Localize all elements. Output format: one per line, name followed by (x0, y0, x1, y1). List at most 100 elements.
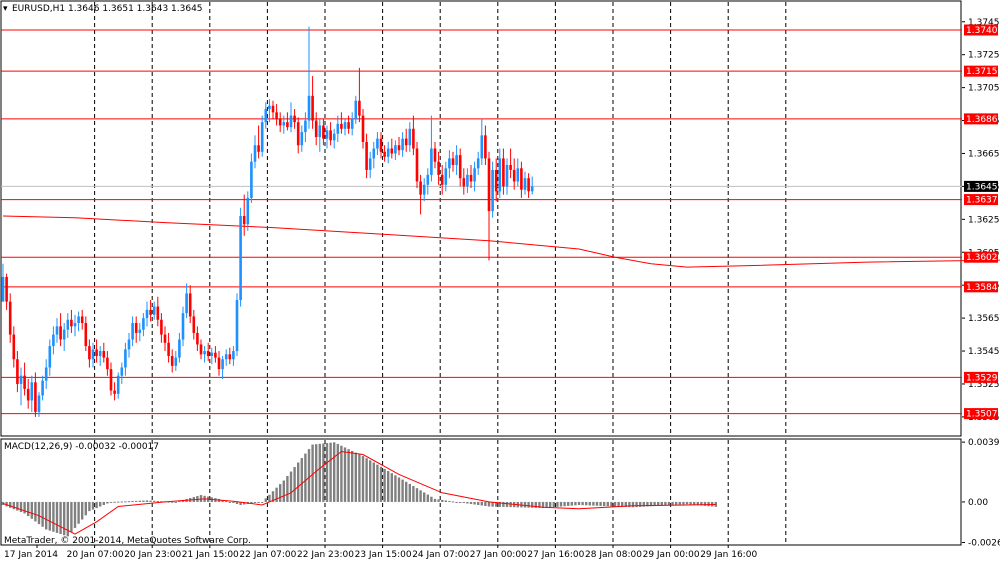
macd-bar (567, 501, 570, 506)
candle-body (383, 151, 386, 157)
macd-bar (228, 501, 231, 503)
macd-bar (361, 456, 365, 502)
macd-bar (473, 501, 476, 505)
candle-body (52, 334, 55, 347)
macd-bar (459, 501, 462, 503)
macd-bar (376, 464, 379, 502)
macd-bar (379, 466, 383, 502)
macd-bar (343, 447, 347, 502)
candle-body (66, 319, 70, 330)
candle-body (390, 148, 394, 154)
candle-body (293, 115, 296, 123)
candle-body (502, 158, 505, 187)
macd-bar (88, 501, 91, 512)
macd-bar (477, 501, 480, 505)
macd-bar (27, 501, 30, 517)
macd-bar (315, 444, 318, 502)
candle-body (116, 375, 120, 394)
current-price-label: 1.3645 (964, 180, 998, 192)
candle-body (523, 178, 527, 190)
candle-body (152, 306, 156, 315)
candle-body (512, 169, 516, 182)
time-tick-label: 24 Jan 07:00 (412, 550, 469, 560)
macd-bar (322, 443, 325, 502)
candle-body (242, 216, 246, 225)
macd-bar (365, 458, 368, 502)
macd-bar (437, 499, 440, 502)
time-tick-label: 27 Jan 16:00 (527, 550, 584, 560)
macd-bar (34, 501, 37, 522)
candle-body (73, 323, 77, 327)
candle-body (448, 158, 451, 169)
candle-body (235, 299, 239, 352)
candle-body (127, 339, 131, 350)
candle-body (210, 352, 214, 356)
macd-bar (340, 445, 343, 502)
macd-bar (19, 501, 23, 513)
price-tick-label: 1.3705 (968, 84, 1000, 94)
candle-body (397, 145, 401, 151)
macd-bar (81, 501, 84, 520)
candle-body (286, 122, 289, 128)
candle-body (271, 105, 275, 113)
candle-body (199, 344, 203, 355)
candle-body (19, 375, 23, 384)
macd-bar (16, 501, 19, 511)
macd-bar (556, 501, 559, 507)
macd-bar (545, 501, 548, 508)
time-tick-label: 29 Jan 00:00 (643, 550, 700, 560)
macd-bar (574, 501, 577, 506)
macd-bar (45, 501, 48, 530)
candle-body (282, 122, 286, 126)
macd-bar (268, 494, 271, 502)
candle-body (451, 158, 455, 165)
candle-body (91, 349, 95, 360)
candle-body (419, 181, 422, 195)
candle-body (26, 388, 30, 401)
macd-bar (617, 501, 620, 507)
macd-bar (685, 501, 689, 505)
candle-body (458, 155, 462, 179)
macd-bar (329, 442, 332, 502)
candle-body (350, 118, 354, 129)
candle-body (358, 100, 361, 116)
candle-body (394, 145, 397, 154)
macd-bar (444, 500, 447, 502)
candle-body (466, 174, 469, 187)
candle-body (476, 158, 480, 169)
macd-bar (325, 443, 329, 502)
macd-tick-label: 0.00391 (968, 438, 1000, 448)
macd-bar (531, 501, 534, 508)
candle-body (404, 138, 408, 146)
macd-bar (48, 501, 51, 531)
candle-body (473, 168, 476, 182)
macd-bar (30, 501, 33, 519)
macd-bar (505, 501, 509, 508)
macd-bar (257, 501, 260, 503)
chart-header: EURUSD,H1 1.3646 1.3651 1.3643 1.3645 (12, 4, 203, 14)
candle-body (437, 161, 440, 175)
candle-body (365, 141, 368, 170)
macd-bar (279, 484, 282, 502)
candle-body (55, 326, 59, 335)
macd-bar (300, 458, 303, 502)
macd-bar (120, 501, 123, 503)
candle-body (516, 168, 520, 182)
macd-bar (397, 477, 401, 502)
macd-bar (289, 471, 293, 502)
macd-bar (469, 501, 473, 504)
candle-body (113, 390, 116, 394)
macd-bar (131, 501, 134, 503)
candle-body (430, 148, 433, 175)
footer-copyright: MetaTrader, © 2001-2014, MetaQuotes Soft… (4, 536, 251, 546)
candle-body (1, 276, 5, 302)
time-tick-label: 23 Jan 15:00 (355, 550, 412, 560)
macd-bar (412, 486, 415, 502)
candle-body (59, 326, 62, 340)
macd-bar (55, 501, 59, 533)
time-tick-label: 20 Jan 23:00 (124, 550, 181, 560)
chart: 1.37451.37251.37051.36851.36651.36451.36… (0, 0, 1000, 562)
macd-bar (347, 449, 350, 502)
macd-bar (261, 501, 264, 503)
candle-body (214, 352, 217, 358)
